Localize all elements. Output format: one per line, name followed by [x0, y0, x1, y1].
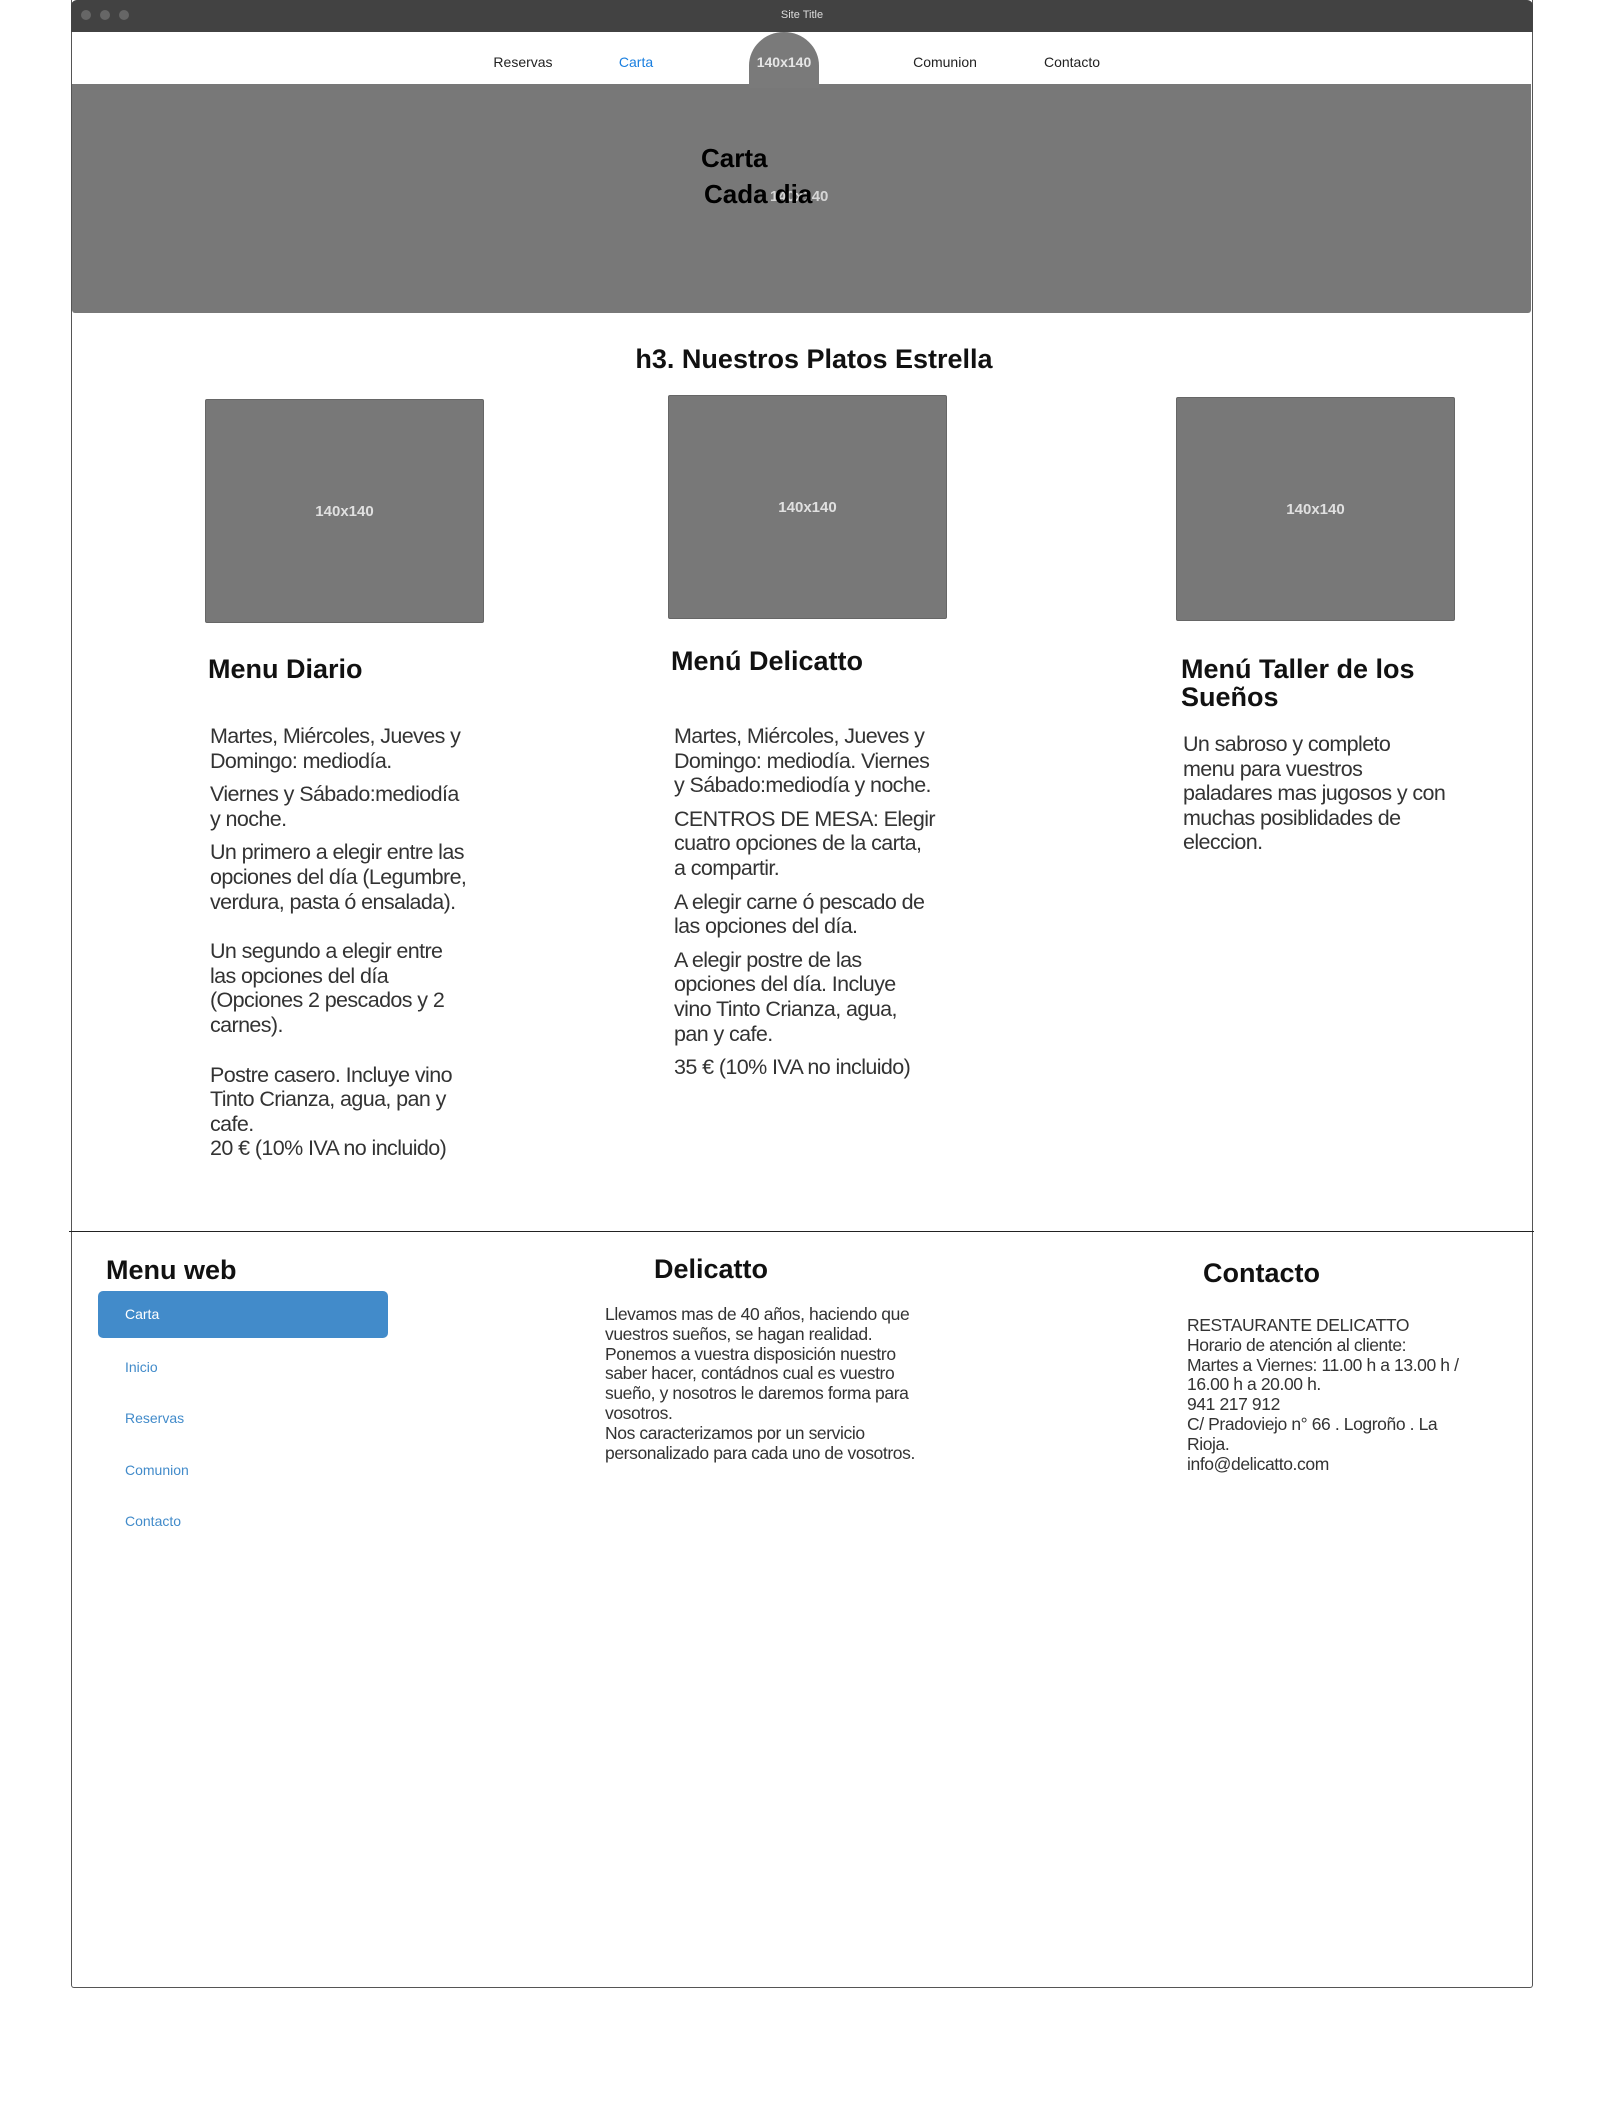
card-image: 140x140 [668, 395, 947, 619]
card-description: Un sabroso y completo menu para vuestros… [1183, 732, 1523, 864]
footer-contact-text: RESTAURANTE DELICATTO Horario de atenció… [1187, 1315, 1459, 1474]
card-paragraph: Martes, Miércoles, Jueves y Domingo: med… [210, 724, 461, 773]
card-title: Menú Taller de los Sueños [1181, 654, 1415, 712]
card-paragraph: Un sabroso y completo menu para vuestros… [1183, 732, 1446, 855]
hero-subtitle: Cada dia [704, 179, 813, 209]
footer-about-heading: Delicatto [654, 1254, 769, 1284]
nav-comunion[interactable]: Comunion [913, 54, 977, 70]
card-paragraph: Postre casero. Incluye vino Tinto Crianz… [210, 1062, 453, 1161]
card-title: Menu Diario [208, 654, 363, 684]
card-title: Menú Delicatto [671, 646, 864, 676]
footer-menu-reservas[interactable]: Reservas [125, 1410, 184, 1426]
title-bar: Site Title [71, 0, 1533, 32]
card-paragraph: Martes, Miércoles, Jueves y Domingo: med… [674, 724, 932, 798]
card-image: 140x140 [1176, 397, 1455, 621]
card-paragraph: A elegir postre de las opciones del día.… [674, 947, 897, 1046]
card-paragraph: Un primero a elegir entre las opciones d… [210, 840, 467, 914]
image-placeholder-label: 140x140 [315, 502, 374, 520]
card-description: Martes, Miércoles, Jueves y Domingo: med… [674, 724, 994, 1089]
hero-banner: Carta 140x140 Cada dia [72, 84, 1531, 313]
footer-contact-heading: Contacto [1203, 1258, 1320, 1288]
footer-about-text: Llevamos mas de 40 años, haciendo que vu… [605, 1304, 915, 1463]
image-placeholder-label: 140x140 [1286, 500, 1345, 518]
hero-title: Carta [701, 143, 768, 173]
footer-divider [69, 1231, 1534, 1232]
card-paragraph: CENTROS DE MESA: Elegir cuatro opciones … [674, 806, 936, 880]
card-paragraph: Un segundo a elegir entre las opciones d… [210, 939, 445, 1037]
nav-carta[interactable]: Carta [619, 54, 653, 70]
card-paragraph: A elegir carne ó pescado de las opciones… [674, 889, 925, 939]
card-paragraph: 35 € (10% IVA no incluido) [674, 1055, 911, 1080]
card-image: 140x140 [205, 399, 484, 623]
footer-menu-heading: Menu web [106, 1255, 237, 1285]
footer-menu-carta[interactable]: Carta [98, 1291, 388, 1338]
footer-menu-inicio[interactable]: Inicio [125, 1359, 158, 1375]
footer-menu-contacto[interactable]: Contacto [125, 1513, 181, 1529]
card-paragraph: Viernes y Sábado:mediodía y noche. [210, 782, 459, 831]
nav-contacto[interactable]: Contacto [1044, 54, 1100, 70]
card-description: Martes, Miércoles, Jueves y Domingo: med… [210, 724, 530, 1170]
image-placeholder-label: 140x140 [778, 498, 837, 516]
window-title: Site Title [780, 9, 824, 21]
footer-menu-comunion[interactable]: Comunion [125, 1462, 189, 1478]
section-heading: h3. Nuestros Platos Estrella [635, 344, 993, 374]
nav-reservas[interactable]: Reservas [493, 54, 552, 70]
